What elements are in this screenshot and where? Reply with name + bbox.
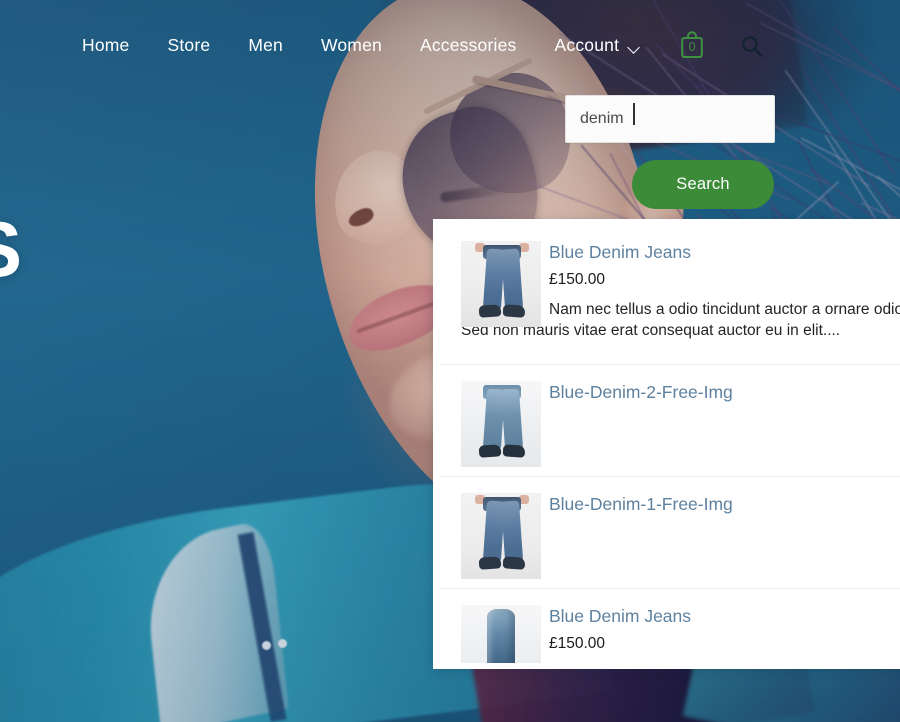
result-item[interactable]: Blue-Denim-1-Free-Img bbox=[439, 477, 900, 589]
cart-count-badge: 0 bbox=[675, 41, 709, 54]
result-item[interactable]: Blue Denim Jeans £150.00 Nam nec tellus … bbox=[439, 225, 900, 365]
nav-link-women[interactable]: Women bbox=[321, 37, 382, 55]
main-navigation: Home Store Men Women Accessories Account… bbox=[0, 0, 900, 92]
chevron-down-icon bbox=[628, 42, 641, 55]
result-thumbnail bbox=[461, 605, 541, 663]
nav-link-accessories[interactable]: Accessories bbox=[420, 37, 517, 55]
cart-button[interactable]: 0 bbox=[675, 28, 709, 64]
nav-link-men[interactable]: Men bbox=[248, 37, 283, 55]
nav-link-store[interactable]: Store bbox=[167, 37, 210, 55]
result-item[interactable]: Blue-Denim-2-Free-Img bbox=[439, 365, 900, 477]
result-thumbnail bbox=[461, 381, 541, 467]
text-cursor bbox=[633, 103, 635, 125]
result-title-link[interactable]: Blue Denim Jeans bbox=[549, 242, 900, 264]
search-toggle-button[interactable] bbox=[737, 31, 767, 61]
result-price: £150.00 bbox=[549, 271, 900, 289]
result-thumbnail bbox=[461, 241, 541, 327]
search-results-panel: Blue Denim Jeans £150.00 Nam nec tellus … bbox=[433, 219, 900, 669]
result-thumbnail bbox=[461, 493, 541, 579]
search-icon bbox=[740, 34, 764, 58]
nav-link-home[interactable]: Home bbox=[82, 37, 129, 55]
nav-account-menu[interactable]: Account bbox=[555, 37, 642, 55]
search-results-list: Blue Denim Jeans £150.00 Nam nec tellus … bbox=[439, 225, 900, 663]
result-title-link[interactable]: Blue-Denim-2-Free-Img bbox=[549, 382, 900, 404]
search-submit-button[interactable]: Search bbox=[632, 160, 774, 209]
result-price: £150.00 bbox=[549, 635, 900, 653]
result-item[interactable]: Blue Denim Jeans £150.00 bbox=[439, 589, 900, 663]
page-stage: S Home Store Men Women Accessories Accou… bbox=[0, 0, 900, 722]
search-form bbox=[565, 95, 775, 143]
result-title-link[interactable]: Blue-Denim-1-Free-Img bbox=[549, 494, 900, 516]
page-title: S bbox=[0, 210, 21, 288]
search-input[interactable] bbox=[565, 95, 775, 143]
nav-account-label: Account bbox=[555, 37, 620, 55]
result-title-link[interactable]: Blue Denim Jeans bbox=[549, 606, 900, 628]
